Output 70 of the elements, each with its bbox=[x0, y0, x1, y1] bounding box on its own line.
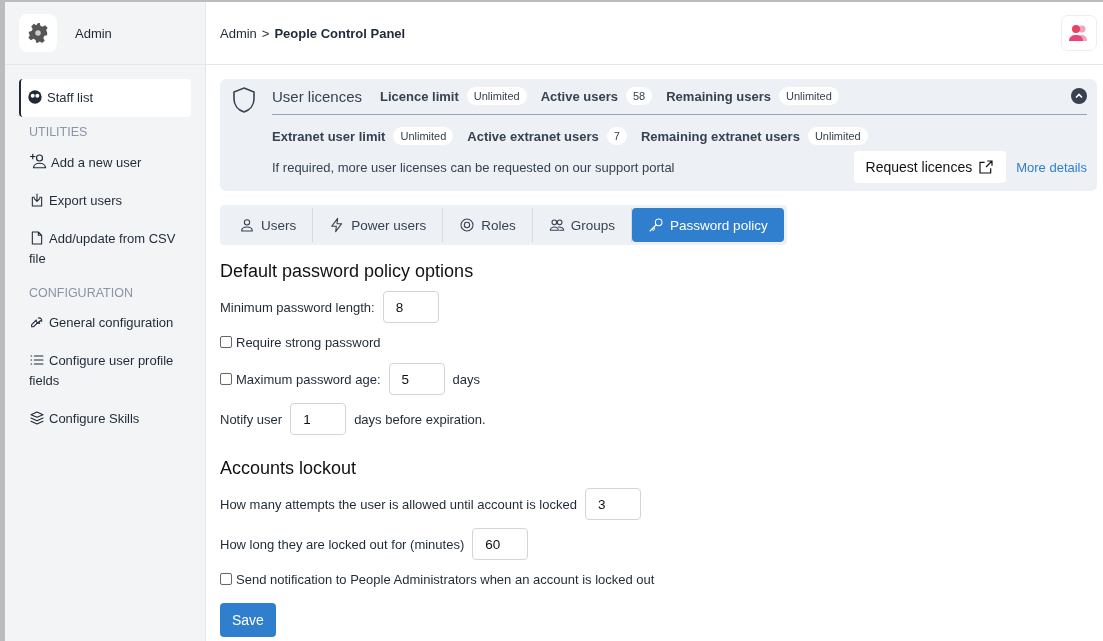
stat-label: Licence limit bbox=[380, 88, 459, 104]
sidebar-item[interactable]: Staff list bbox=[19, 79, 191, 117]
section-heading: CONFIGURATION bbox=[28, 285, 134, 302]
list-icon bbox=[29, 352, 45, 368]
stat-label: Remaining users bbox=[666, 88, 771, 104]
checkbox[interactable] bbox=[220, 573, 232, 585]
layers-icon bbox=[29, 410, 45, 426]
checkbox-label: Send notification to People Administrators when an account is locked out bbox=[236, 571, 655, 587]
stat-label: Active users bbox=[540, 88, 618, 104]
checkbox-label: Require strong password bbox=[236, 334, 381, 350]
number-field[interactable]: 8 bbox=[382, 291, 439, 323]
stat-badge: 58 bbox=[625, 87, 653, 105]
stat-badge: Unlimited bbox=[466, 87, 527, 105]
user-icon bbox=[239, 217, 255, 233]
tab[interactable]: Users bbox=[223, 208, 314, 242]
stat-badge: Unlimited bbox=[779, 87, 839, 105]
number-field[interactable]: 1 bbox=[290, 403, 347, 435]
number-field[interactable]: 60 bbox=[472, 528, 529, 560]
number-field[interactable]: 5 bbox=[388, 363, 445, 395]
breadcrumb-link[interactable]: Admin bbox=[220, 25, 257, 41]
support-note: If required, more user licenses can be requested on our support portal bbox=[272, 159, 676, 175]
app-logo[interactable] bbox=[19, 14, 57, 52]
sidebar-item[interactable]: Configure user profile fields bbox=[19, 342, 191, 400]
tab[interactable]: Power users bbox=[313, 208, 444, 242]
sidebar-item[interactable]: Configure Skills bbox=[19, 400, 191, 438]
panel-title: User licences bbox=[272, 87, 363, 105]
target-icon bbox=[459, 217, 476, 233]
field-label: Minimum password length: bbox=[220, 299, 375, 315]
field-suffix: days bbox=[452, 371, 480, 387]
stat-badge: Unlimited bbox=[807, 127, 868, 145]
people-icon bbox=[1068, 24, 1090, 42]
file-icon bbox=[29, 230, 45, 246]
number-field[interactable]: 3 bbox=[584, 488, 641, 520]
checkbox[interactable] bbox=[220, 336, 232, 348]
field-label: How long they are locked out for (minutes) bbox=[220, 536, 465, 552]
field-label: How many attempts the user is allowed until account is locked bbox=[220, 496, 577, 512]
checkbox[interactable] bbox=[220, 373, 232, 385]
external-link-icon bbox=[978, 159, 995, 175]
save-button[interactable]: Save bbox=[220, 603, 276, 637]
key-icon bbox=[648, 217, 665, 233]
shield-icon bbox=[232, 87, 256, 113]
wrench-icon bbox=[29, 314, 45, 330]
add-user-icon bbox=[29, 152, 47, 170]
more-details-link[interactable]: More details bbox=[1016, 159, 1087, 175]
sidebar-item[interactable]: Export users bbox=[19, 182, 191, 220]
stat-label: Remaining extranet users bbox=[640, 128, 800, 144]
section-heading: UTILITIES bbox=[28, 124, 89, 141]
request-licences-button[interactable]: Request licences bbox=[853, 151, 1007, 183]
sidebar-item[interactable]: Add a new user bbox=[19, 143, 191, 182]
stat-label: Active extranet users bbox=[467, 128, 599, 144]
tab[interactable]: Password policy bbox=[632, 208, 784, 242]
stat-label: Extranet user limit bbox=[272, 128, 386, 144]
sidebar-item[interactable]: General configuration bbox=[19, 304, 191, 342]
download-icon bbox=[29, 192, 45, 208]
app-title: Admin bbox=[75, 25, 112, 41]
field-suffix: days before expiration. bbox=[354, 411, 486, 427]
section-title: Default password policy options bbox=[220, 261, 475, 282]
breadcrumb-separator: > bbox=[261, 25, 270, 41]
collapse-icon[interactable] bbox=[1071, 88, 1087, 104]
stat-badge: 7 bbox=[606, 127, 627, 145]
field-label: Notify user bbox=[220, 411, 283, 427]
sidebar-item[interactable]: Add/update from CSV file bbox=[19, 220, 191, 278]
checkbox-label: Maximum password age: bbox=[236, 371, 381, 387]
section-title: Accounts lockout bbox=[220, 458, 358, 479]
stat-badge: Unlimited bbox=[393, 127, 454, 145]
breadcrumb-current: People Control Panel bbox=[274, 25, 406, 41]
tab[interactable]: Roles bbox=[443, 208, 533, 242]
group-icon bbox=[548, 217, 565, 233]
people-icon bbox=[27, 89, 43, 105]
people-button[interactable] bbox=[1061, 15, 1097, 51]
